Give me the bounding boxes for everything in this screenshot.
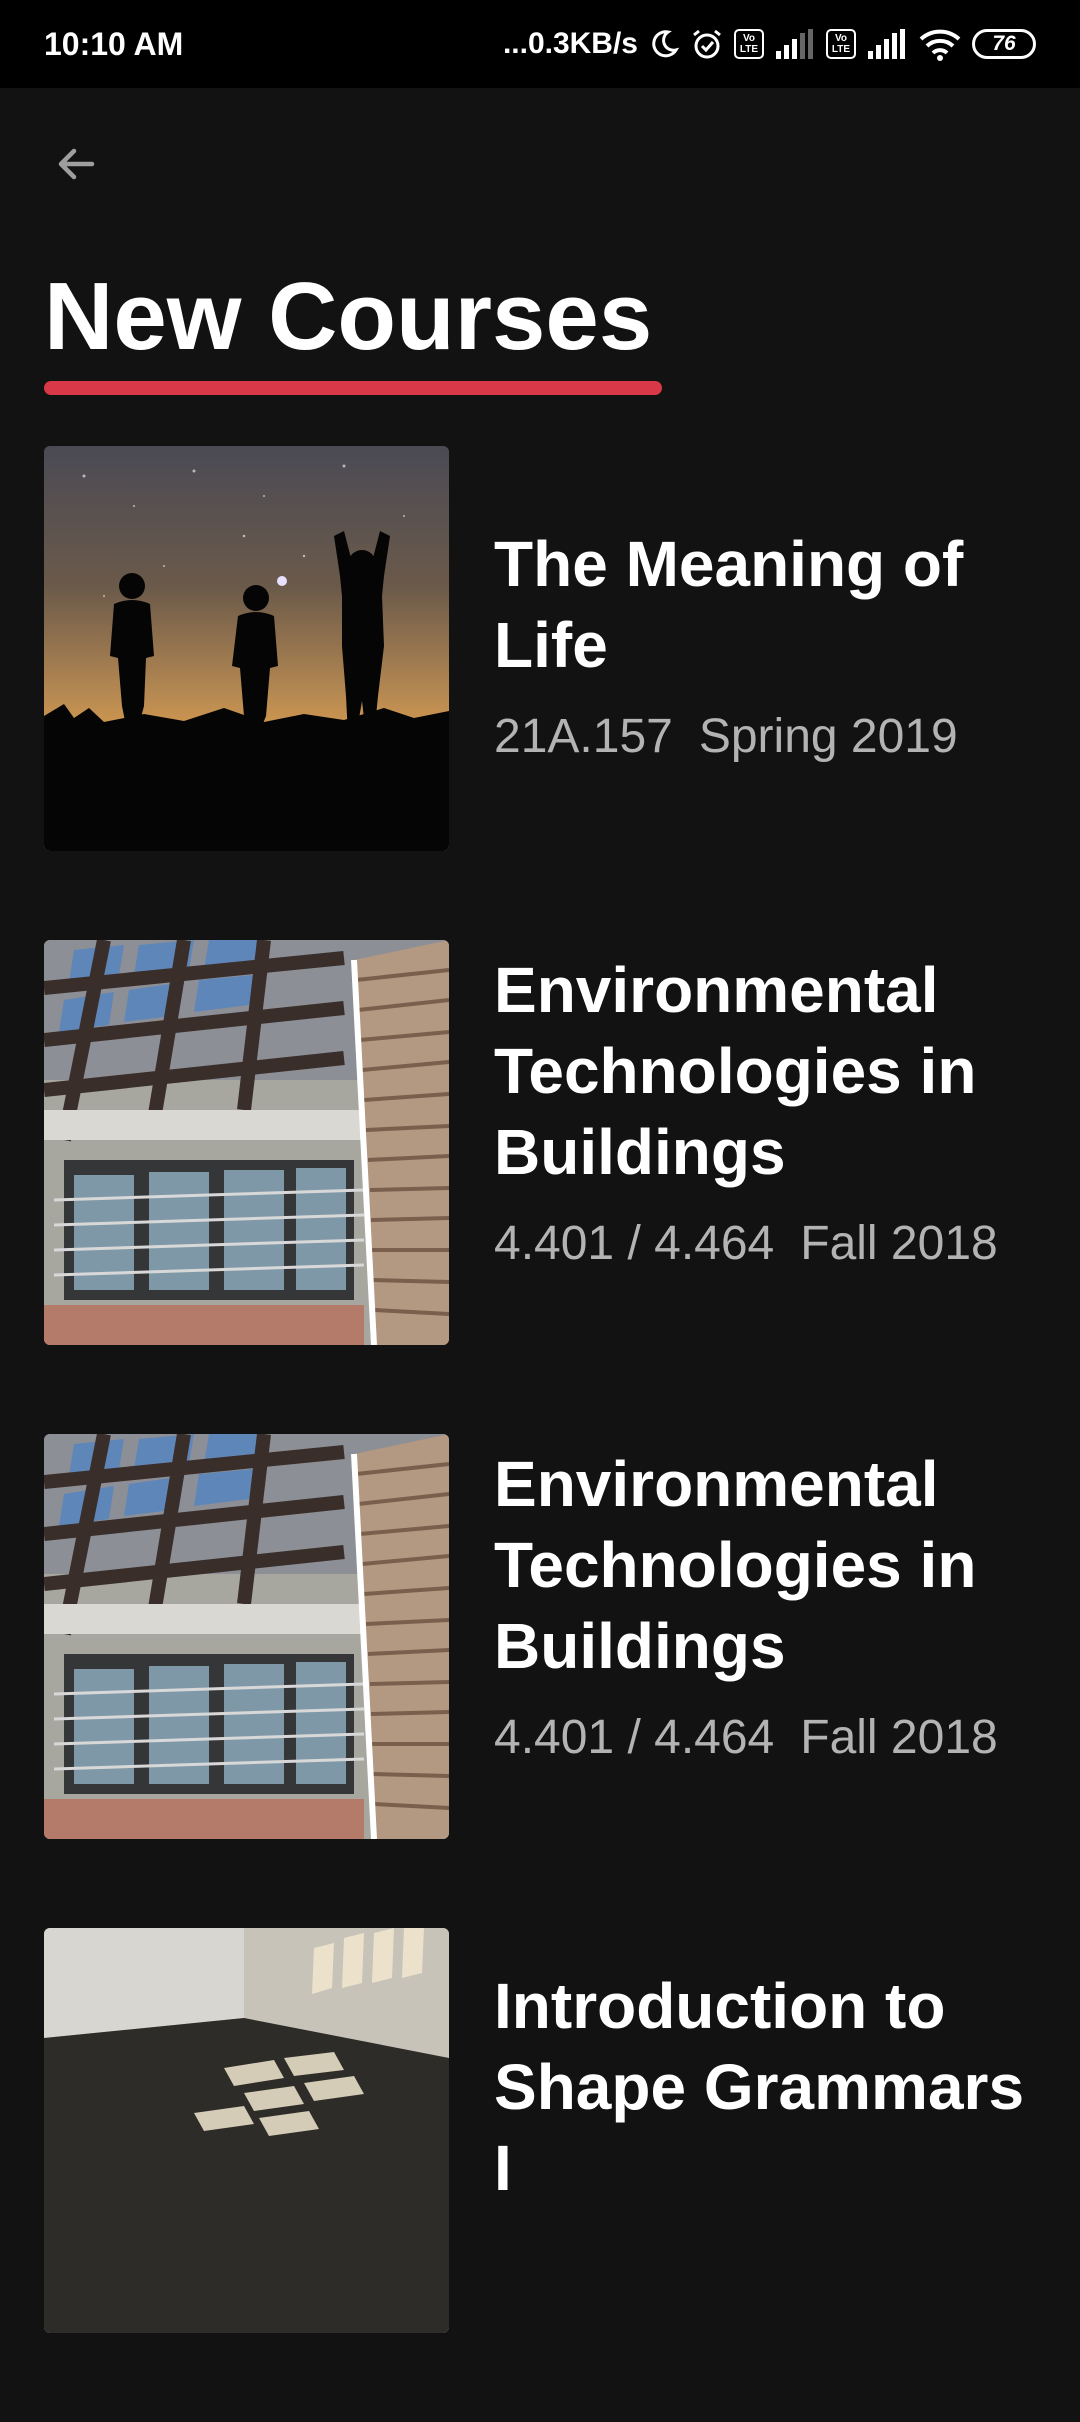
title-underline	[44, 381, 662, 395]
building-facade-pergola-image	[44, 940, 449, 1345]
course-meta: 21A.157 Spring 2019	[494, 706, 1040, 767]
signal-icon-2	[868, 29, 905, 59]
battery-icon: 76	[972, 29, 1036, 59]
alarm-icon	[693, 29, 721, 59]
course-list: The Meaning of Life 21A.157 Spring 2019	[0, 446, 1080, 2422]
course-card[interactable]: Environmental Technologies in Buildings …	[0, 940, 1080, 1434]
volte-icon: Vo LTE	[734, 29, 764, 59]
volte-icon-2: Vo LTE	[826, 29, 856, 59]
course-text: Introduction to Shape Grammars I	[494, 1966, 1040, 2290]
page-title: New Courses	[44, 263, 653, 370]
course-card[interactable]: Environmental Technologies in Buildings …	[0, 1434, 1080, 1928]
course-number: 21A.157	[494, 710, 673, 763]
night-sky-silhouettes-image	[44, 446, 449, 851]
course-card[interactable]: The Meaning of Life 21A.157 Spring 2019	[0, 446, 1080, 940]
room-corner-light-pattern-image	[44, 1928, 449, 2333]
course-title: Environmental Technologies in Buildings	[494, 1448, 977, 1682]
back-button[interactable]	[40, 128, 112, 200]
course-title: Environmental Technologies in Buildings	[494, 954, 977, 1188]
status-icons: ...0.3KB/s Vo LTE Vo LTE 76	[503, 27, 1036, 61]
course-card[interactable]: Introduction to Shape Grammars I	[0, 1928, 1080, 2422]
course-meta	[494, 2229, 1040, 2290]
course-number: 4.401 / 4.464	[494, 1711, 775, 1764]
course-term: Spring 2019	[698, 710, 958, 763]
course-title: The Meaning of Life	[494, 528, 964, 681]
moon-icon	[652, 30, 680, 58]
course-number: 4.401 / 4.464	[494, 1217, 775, 1270]
course-thumbnail	[44, 940, 449, 1345]
course-term: Fall 2018	[800, 1711, 998, 1764]
wifi-icon	[919, 29, 961, 61]
building-facade-pergola-image	[44, 1434, 449, 1839]
course-thumbnail	[44, 1434, 449, 1839]
course-meta: 4.401 / 4.464 Fall 2018	[494, 1707, 1040, 1768]
status-bar: 10:10 AM ...0.3KB/s Vo LTE Vo LTE 76	[0, 0, 1080, 88]
course-title: Introduction to Shape Grammars I	[494, 1970, 1025, 2204]
course-text: The Meaning of Life 21A.157 Spring 2019	[494, 524, 1040, 767]
status-time: 10:10 AM	[44, 25, 184, 62]
course-meta: 4.401 / 4.464 Fall 2018	[494, 1213, 1040, 1274]
arrow-left-icon	[58, 148, 95, 180]
course-thumbnail	[44, 446, 449, 851]
course-text: Environmental Technologies in Buildings …	[494, 950, 1040, 1274]
network-speed: ...0.3KB/s	[502, 27, 638, 60]
signal-icon	[776, 29, 813, 59]
course-term: Fall 2018	[800, 1217, 998, 1270]
course-text: Environmental Technologies in Buildings …	[494, 1444, 1040, 1768]
course-thumbnail	[44, 1928, 449, 2333]
